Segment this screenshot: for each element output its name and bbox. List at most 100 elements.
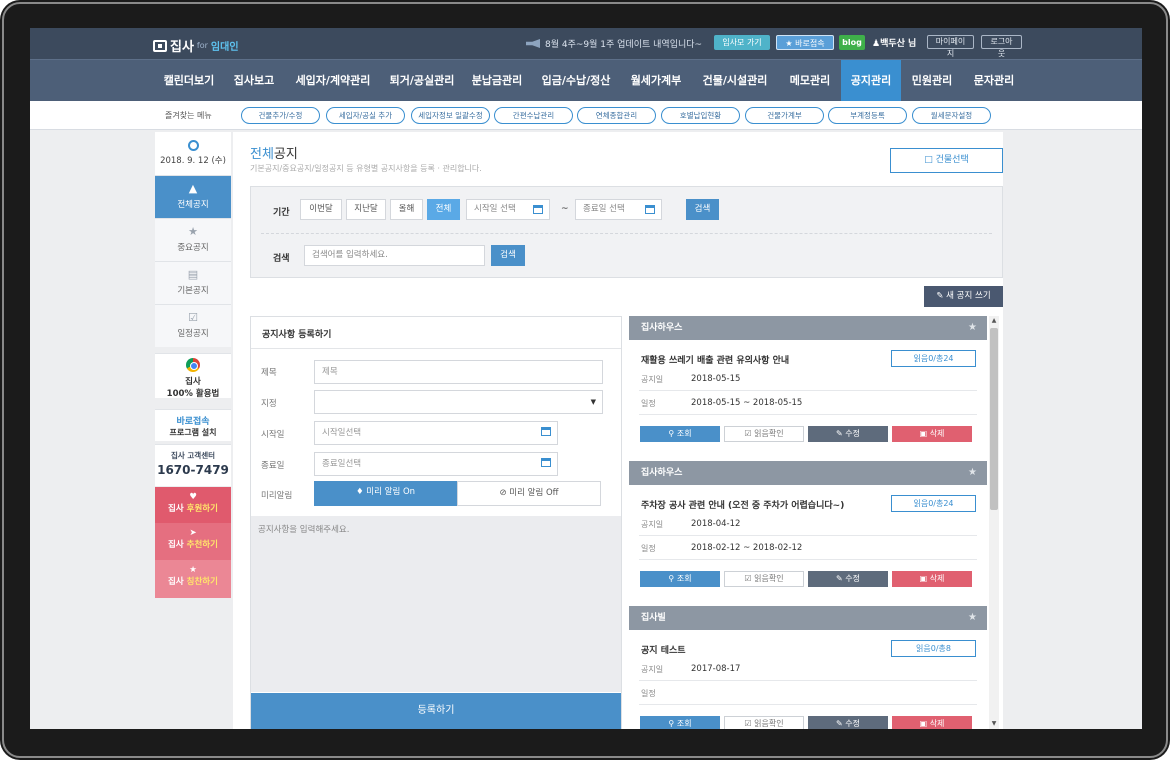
direct-install-banner[interactable]: 바로접속 프로그램 설치 (155, 409, 231, 441)
nav-rent-ledger[interactable]: 월세가계부 (622, 60, 690, 102)
support-banner[interactable]: ♥ 집사 후원하기 (155, 487, 231, 523)
nav-sms[interactable]: 문자관리 (965, 60, 1023, 102)
edit-button[interactable]: ✎ 수정 (808, 426, 888, 442)
community-button[interactable]: 임사모 가기 (714, 35, 770, 50)
calendar-icon: ☑ (188, 311, 198, 324)
period-search-button[interactable]: 검색 (686, 199, 719, 220)
blog-button[interactable]: blog (839, 35, 865, 50)
page-title-rest: 공지 (273, 147, 298, 162)
direct-connect-button[interactable]: ★ 바로접속 (776, 35, 834, 50)
edit-button[interactable]: ✎ 수정 (808, 571, 888, 587)
submit-notice-button[interactable]: 등록하기 (251, 693, 621, 729)
sidebar-date: 2018. 9. 12 (수) (155, 132, 231, 175)
alarm-on-toggle[interactable]: ♦ 미리 알림 On (314, 481, 457, 506)
center-label: 집사 고객센터 (170, 451, 215, 460)
card-title[interactable]: 재활용 쓰레기 배출 관련 유의사항 안내 (641, 353, 789, 366)
fav-building-edit[interactable]: 건물추가/수정 (241, 107, 320, 124)
new-notice-button[interactable]: ✎ 새 공지 쓰기 (924, 286, 1003, 307)
notice-list-scrollbar[interactable]: ▲ ▼ (989, 316, 999, 729)
notice-date: 2017-08-17 (691, 664, 741, 674)
search-input[interactable]: 검색어를 입력하세요. (304, 245, 485, 266)
building-select-button[interactable]: □ 건물선택 (890, 148, 1003, 173)
view-button[interactable]: ⚲ 조회 (640, 571, 720, 587)
nav-memo[interactable]: 메모관리 (782, 60, 838, 102)
card-title[interactable]: 주차장 공사 관련 안내 (오전 중 주차가 어렵습니다~) (641, 498, 844, 511)
star-icon: ★ (188, 225, 198, 238)
logout-button[interactable]: 로그아웃 (981, 35, 1022, 58)
fav-sms-settings[interactable]: 월세문자설정 (912, 107, 991, 124)
nav-payment[interactable]: 입금/수납/정산 (533, 60, 619, 102)
nav-moveout-vacancy[interactable]: 퇴거/공실관리 (384, 60, 460, 102)
edit-label: 수정 (845, 574, 860, 583)
edit-button[interactable]: ✎ 수정 (808, 716, 888, 729)
paper-plane-icon: ➤ (189, 528, 197, 538)
mypage-button[interactable]: 마이페이지 (927, 35, 974, 58)
star-icon[interactable]: ★ (968, 316, 977, 340)
fav-sub-account[interactable]: 부계정등록 (828, 107, 907, 124)
end-date-input[interactable]: 종료일 선택 (575, 199, 662, 220)
scroll-up-icon[interactable]: ▲ (990, 317, 998, 325)
view-button[interactable]: ⚲ 조회 (640, 426, 720, 442)
card-title[interactable]: 공지 테스트 (641, 643, 686, 656)
nav-complaint[interactable]: 민원관리 (903, 60, 961, 102)
scroll-thumb[interactable] (990, 328, 998, 510)
star-icon[interactable]: ★ (968, 606, 977, 630)
recommend-banner[interactable]: ➤ 집사 추천하기 (155, 523, 231, 560)
read-confirm-button[interactable]: ☑ 읽음확인 (724, 426, 804, 442)
star-icon[interactable]: ★ (968, 461, 977, 485)
read-count-button[interactable]: 읽음0/총8 (891, 640, 976, 657)
delete-button[interactable]: ▣ 삭제 (892, 716, 972, 729)
fav-add-tenant[interactable]: 세입자/공실 추가 (326, 107, 405, 124)
nav-building-facility[interactable]: 건물/시설관리 (694, 60, 776, 102)
alarm-off-toggle[interactable]: ⊘ 미리 알림 Off (457, 481, 601, 506)
view-button[interactable]: ⚲ 조회 (640, 716, 720, 729)
notice-list: 집사하우스 ★ 재활용 쓰레기 배출 관련 유의사항 안내 읽음0/총24 공지일… (629, 316, 1003, 729)
sidebar-item-schedule[interactable]: ☑ 일정공지 (155, 304, 231, 347)
keyword-search-button[interactable]: 검색 (491, 245, 525, 266)
praise-hi: 칭찬하기 (186, 577, 218, 587)
delete-button[interactable]: ▣ 삭제 (892, 571, 972, 587)
sidebar-item-basic[interactable]: ▤ 기본공지 (155, 261, 231, 304)
start-date-input[interactable]: 시작일 선택 (466, 199, 550, 220)
read-confirm-button[interactable]: ☑ 읽음확인 (724, 716, 804, 729)
chevron-down-icon: ▼ (590, 398, 596, 406)
read-count-button[interactable]: 읽음0/총24 (891, 350, 976, 367)
usage-guide-banner[interactable]: 집사 100% 활용법 (155, 353, 231, 399)
megaphone-icon: ▲ (188, 182, 198, 195)
praise-banner[interactable]: ★ 집사 칭찬하기 (155, 560, 231, 598)
read-confirm-button[interactable]: ☑ 읽음확인 (724, 571, 804, 587)
form-start-date-input[interactable]: 시작일선택 (314, 421, 558, 445)
nav-tenant-contract[interactable]: 세입자/계약관리 (287, 60, 379, 102)
notice-body-textarea[interactable]: 공지사항을 입력해주세요. (251, 516, 621, 692)
delete-button[interactable]: ▣ 삭제 (892, 426, 972, 442)
fav-simple-payment[interactable]: 간편수납관리 (494, 107, 573, 124)
period-all[interactable]: 전체 (427, 199, 460, 220)
nav-report[interactable]: 집사보고 (226, 60, 282, 102)
subject-input[interactable]: 제목 (314, 360, 603, 384)
fav-unit-status[interactable]: 호별납입현황 (661, 107, 740, 124)
fav-building-ledger[interactable]: 건물가계부 (745, 107, 824, 124)
start-date-placeholder: 시작일 선택 (474, 204, 516, 214)
scroll-down-icon[interactable]: ▼ (990, 720, 998, 728)
schedule-label: 일정 (641, 689, 656, 698)
sidebar-item-important[interactable]: ★ 중요공지 (155, 218, 231, 261)
period-this-month[interactable]: 이번달 (300, 199, 342, 220)
nav-installment[interactable]: 분납금관리 (465, 60, 529, 102)
period-this-year[interactable]: 올해 (390, 199, 423, 220)
read-count-button[interactable]: 읽음0/총24 (891, 495, 976, 512)
form-end-date-input[interactable]: 종료일선택 (314, 452, 558, 476)
edit-icon: ✎ (936, 291, 947, 301)
nav-notice[interactable]: 공지관리 (841, 60, 901, 102)
update-notice[interactable]: 8월 4주~9월 1주 업데이트 내역입니다~ (526, 37, 702, 50)
period-last-month[interactable]: 지난달 (346, 199, 386, 220)
fav-overdue[interactable]: 연체종합관리 (577, 107, 656, 124)
sidebar-item-all-notices[interactable]: ▲ 전체공지 (155, 175, 231, 218)
view-label: 조회 (676, 574, 692, 583)
trash-icon: ▣ (919, 574, 930, 583)
nav-calendar[interactable]: 캘린더보기 (154, 60, 224, 102)
assign-select[interactable]: ▼ (314, 390, 603, 414)
fav-bulk-edit[interactable]: 세입자정보 일괄수정 (411, 107, 490, 124)
read-confirm-label: 읽음확인 (754, 429, 784, 438)
customer-center-banner[interactable]: 집사 고객센터 1670-7479 (155, 444, 231, 486)
app-logo[interactable]: 집사 for 임대인 (153, 36, 239, 55)
